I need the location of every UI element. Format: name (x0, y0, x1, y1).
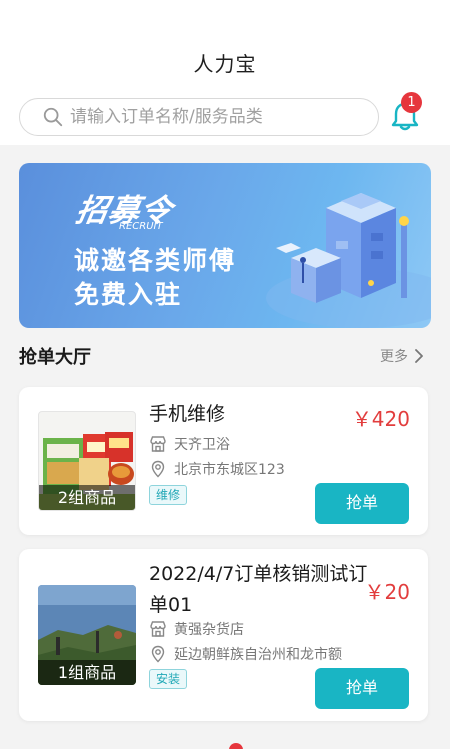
order-price: ￥20 (364, 580, 410, 604)
chevron-right-icon (415, 349, 423, 363)
goods-count: 1组商品 (38, 660, 136, 685)
grab-order-button[interactable]: 抢单 (315, 668, 409, 709)
search-icon (43, 107, 63, 127)
search-input[interactable] (70, 107, 360, 127)
shop-row: 黄强杂货店 (149, 619, 244, 639)
order-title: 2022/4/7订单核销测试订 单01 (149, 559, 369, 621)
banner-line-1: 诚邀各类师傅 (74, 246, 237, 275)
recruit-banner[interactable]: 招募令 RECRUIT 诚邀各类师傅 免费入驻 (19, 163, 431, 328)
shop-address: 延边朝鲜族自治州和龙市额 (174, 647, 342, 663)
more-link[interactable]: 更多 (380, 346, 423, 366)
location-icon (151, 645, 165, 663)
goods-count: 2组商品 (39, 485, 135, 510)
goods-thumbnail[interactable]: 2组商品 (38, 411, 136, 511)
order-card[interactable]: 2组商品 手机维修 ￥420 天齐卫浴 北京市东城区123 维修 抢单 (19, 387, 428, 535)
order-card[interactable]: 1组商品 2022/4/7订单核销测试订 单01 ￥20 黄强杂货店 延边朝鲜族… (19, 549, 428, 721)
shop-name: 天齐卫浴 (174, 437, 230, 453)
section-title: 抢单大厅 (19, 347, 91, 368)
tab-badge-dot (229, 743, 243, 749)
shop-row: 天齐卫浴 (149, 434, 230, 454)
store-icon (150, 621, 166, 637)
order-title-line-1: 2022/4/7订单核销测试订 (149, 563, 368, 585)
shop-address: 北京市东城区123 (174, 462, 285, 478)
page-title: 人力宝 (193, 52, 257, 76)
recruit-logo-sub: RECRUIT (119, 221, 163, 232)
address-row: 北京市东城区123 (149, 459, 285, 479)
location-icon (151, 460, 165, 478)
grab-order-button[interactable]: 抢单 (315, 483, 409, 524)
building-illustration (266, 193, 431, 328)
header: 人力宝 1 (0, 0, 450, 145)
order-price: ￥420 (351, 407, 410, 431)
section-header: 抢单大厅 更多 (19, 343, 431, 371)
banner-line-2: 免费入驻 (74, 280, 183, 309)
category-tag: 安装 (149, 669, 188, 689)
search-bar[interactable] (19, 98, 379, 136)
shop-name: 黄强杂货店 (174, 622, 244, 638)
address-row: 延边朝鲜族自治州和龙市额 (149, 644, 342, 664)
goods-thumbnail[interactable]: 1组商品 (38, 585, 136, 685)
notification-badge: 1 (401, 92, 422, 113)
order-title: 手机维修 (149, 403, 226, 425)
store-icon (150, 436, 166, 452)
more-label: 更多 (380, 349, 408, 365)
order-title-line-2: 单01 (149, 594, 193, 616)
category-tag: 维修 (149, 485, 188, 505)
